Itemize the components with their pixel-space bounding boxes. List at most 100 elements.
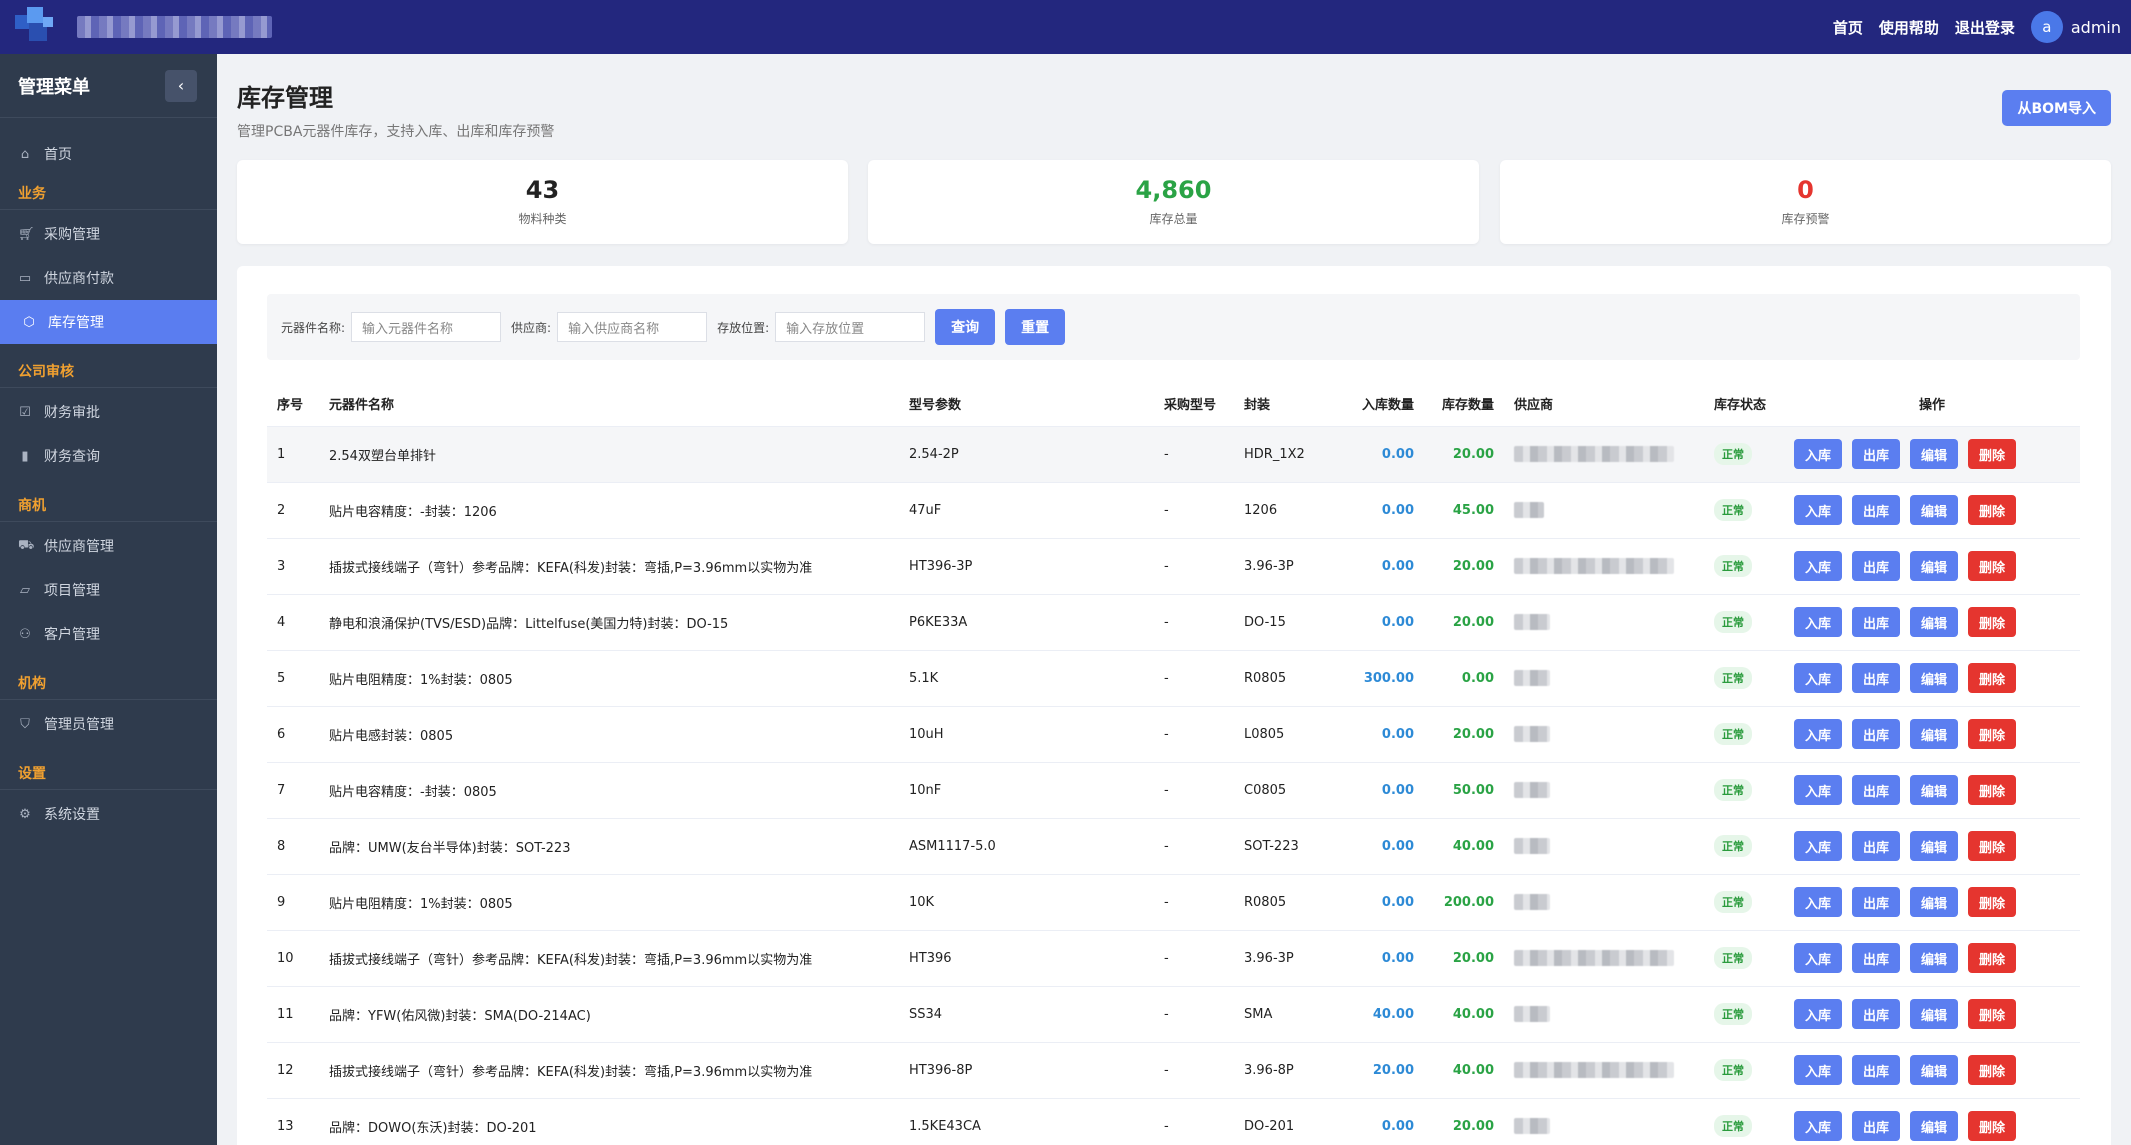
component-name-label: 元器件名称: [281, 320, 346, 335]
stock-out-button[interactable]: 出库 [1852, 663, 1900, 693]
stock-out-button[interactable]: 出库 [1852, 719, 1900, 749]
header-link-logout[interactable]: 退出登录 [1955, 17, 2015, 38]
query-button[interactable]: 查询 [935, 309, 996, 345]
stock-in-button[interactable]: 入库 [1794, 775, 1842, 805]
sidebar-item-customer-management[interactable]: ⚇ 客户管理 [0, 612, 217, 656]
stock-in-button[interactable]: 入库 [1794, 999, 1842, 1029]
edit-button[interactable]: 编辑 [1910, 551, 1958, 581]
stock-out-button[interactable]: 出库 [1852, 551, 1900, 581]
delete-button[interactable]: 删除 [1968, 607, 2016, 637]
stock-out-button[interactable]: 出库 [1852, 999, 1900, 1029]
table-cell: 3.96-3P [1234, 538, 1339, 595]
component-name-input[interactable]: 输入元器件名称 [351, 312, 502, 342]
header-link-home[interactable]: 首页 [1833, 17, 1863, 38]
edit-button[interactable]: 编辑 [1910, 775, 1958, 805]
table-cell: 插拔式接线端子（弯针）参考品牌：KEFA(科发)封装：弯插,P=3.96mm以实… [319, 538, 899, 595]
sidebar-item-home[interactable]: ⌂ 首页 [0, 132, 217, 176]
stock-in-button[interactable]: 入库 [1794, 663, 1842, 693]
edit-button[interactable]: 编辑 [1910, 607, 1958, 637]
edit-button[interactable]: 编辑 [1910, 1111, 1958, 1141]
table-cell: 8 [267, 818, 319, 875]
table-row: 4 静电和浪涌保护(TVS/ESD)品牌：Littelfuse(美国力特)封装：D… [267, 594, 2080, 651]
table-row: 8 品牌：UMW(友台半导体)封装：SOT-223 ASM1117-5.0- SOT-… [267, 818, 2080, 875]
stock-in-button[interactable]: 入库 [1794, 831, 1842, 861]
stock-in-button[interactable]: 入库 [1794, 495, 1842, 525]
stock-in-button[interactable]: 入库 [1794, 551, 1842, 581]
edit-button[interactable]: 编辑 [1910, 439, 1958, 469]
sidebar-item-system-settings[interactable]: ⚙ 系统设置 [0, 792, 217, 836]
delete-button[interactable]: 删除 [1968, 887, 2016, 917]
edit-button[interactable]: 编辑 [1910, 831, 1958, 861]
status-cell: 正常 [1704, 818, 1784, 875]
delete-button[interactable]: 删除 [1968, 943, 2016, 973]
import-bom-button[interactable]: 从BOM导入 [2002, 90, 2111, 126]
delete-button[interactable]: 删除 [1968, 663, 2016, 693]
stock-in-button[interactable]: 入库 [1794, 1111, 1842, 1141]
edit-button[interactable]: 编辑 [1910, 999, 1958, 1029]
supplier-redacted [1514, 502, 1544, 518]
edit-button[interactable]: 编辑 [1910, 663, 1958, 693]
status-cell: 正常 [1704, 930, 1784, 987]
table-cell: - [1154, 426, 1234, 483]
stock-out-button[interactable]: 出库 [1852, 1055, 1900, 1085]
sidebar-item-purchase[interactable]: 🛒︎ 采购管理 [0, 212, 217, 256]
delete-button[interactable]: 删除 [1968, 719, 2016, 749]
collapse-sidebar-button[interactable]: ‹ [165, 69, 197, 102]
delete-button[interactable]: 删除 [1968, 831, 2016, 861]
stock-out-button[interactable]: 出库 [1852, 439, 1900, 469]
avatar[interactable]: a [2030, 11, 2063, 43]
sidebar-item-finance-approval[interactable]: ☑ 财务审批 [0, 390, 217, 434]
edit-button[interactable]: 编辑 [1910, 943, 1958, 973]
stock-out-button[interactable]: 出库 [1852, 887, 1900, 917]
edit-button[interactable]: 编辑 [1910, 719, 1958, 749]
delete-button[interactable]: 删除 [1968, 551, 2016, 581]
sidebar-item-admin-management[interactable]: ⛉ 管理员管理 [0, 702, 217, 746]
table-cell: 2.54双塑台单排针 [319, 426, 899, 483]
stock-out-button[interactable]: 出库 [1852, 831, 1900, 861]
table-cell: - [1154, 874, 1234, 931]
header-link-help[interactable]: 使用帮助 [1879, 17, 1939, 38]
stat-value: 4,860 [1135, 176, 1212, 204]
delete-button[interactable]: 删除 [1968, 439, 2016, 469]
sidebar-item-finance-query[interactable]: ▮ 财务查询 [0, 434, 217, 478]
edit-button[interactable]: 编辑 [1910, 495, 1958, 525]
sidebar-item-inventory[interactable]: ⬡ 库存管理 [0, 300, 217, 344]
delete-button[interactable]: 删除 [1968, 1055, 2016, 1085]
stock-in-button[interactable]: 入库 [1794, 943, 1842, 973]
stock-in-button[interactable]: 入库 [1794, 1055, 1842, 1085]
status-cell: 正常 [1704, 706, 1784, 763]
table-cell: - [1154, 706, 1234, 763]
app-logo[interactable] [15, 7, 55, 47]
stat-label: 库存总量 [1149, 212, 1198, 226]
stock-out-button[interactable]: 出库 [1852, 775, 1900, 805]
sidebar-item-project-management[interactable]: ▱ 项目管理 [0, 568, 217, 612]
supplier-input[interactable]: 输入供应商名称 [557, 312, 708, 342]
delete-button[interactable]: 删除 [1968, 775, 2016, 805]
delete-button[interactable]: 删除 [1968, 495, 2016, 525]
edit-button[interactable]: 编辑 [1910, 887, 1958, 917]
sidebar-item-supplier-payment[interactable]: ▭ 供应商付款 [0, 256, 217, 300]
stock-out-button[interactable]: 出库 [1852, 1111, 1900, 1141]
stock-in-button[interactable]: 入库 [1794, 607, 1842, 637]
delete-button[interactable]: 删除 [1968, 999, 2016, 1029]
stock-out-button[interactable]: 出库 [1852, 943, 1900, 973]
status-cell: 正常 [1704, 762, 1784, 819]
username[interactable]: admin [2071, 18, 2121, 37]
table-cell: 12 [267, 1042, 319, 1099]
stock-out-button[interactable]: 出库 [1852, 495, 1900, 525]
delete-button[interactable]: 删除 [1968, 1111, 2016, 1141]
sidebar-item-label: 项目管理 [44, 583, 100, 599]
table-header-row: 序号 元器件名称 型号参数 采购型号 封装 入库数量 库存数量 供应商 库存状态… [267, 382, 2080, 427]
table-row: 12 插拔式接线端子（弯针）参考品牌：KEFA(科发)封装：弯插,P=3.96mm… [267, 1042, 2080, 1099]
sidebar-item-label: 财务审批 [44, 405, 100, 421]
stock-in-button[interactable]: 入库 [1794, 719, 1842, 749]
edit-button[interactable]: 编辑 [1910, 1055, 1958, 1085]
truck-icon: ⛟ [18, 537, 35, 553]
table-row: 7 贴片电容精度：-封装：0805 10nF - C0805 0.00 50.00 正常 入库出… [267, 762, 2080, 819]
stock-in-button[interactable]: 入库 [1794, 887, 1842, 917]
sidebar-item-supplier-management[interactable]: ⛟ 供应商管理 [0, 524, 217, 568]
location-input[interactable]: 输入存放位置 [775, 312, 926, 342]
stock-in-button[interactable]: 入库 [1794, 439, 1842, 469]
reset-button[interactable]: 重置 [1005, 309, 1066, 345]
stock-out-button[interactable]: 出库 [1852, 607, 1900, 637]
